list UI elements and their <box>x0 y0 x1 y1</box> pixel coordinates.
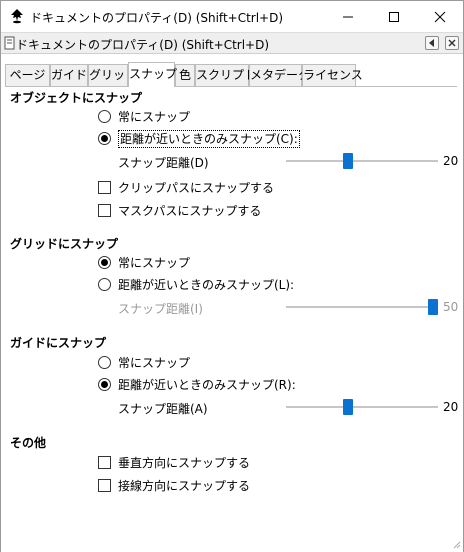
title-bar[interactable]: ドキュメントのプロパティ(D) (Shift+Ctrl+D) <box>1 1 463 32</box>
resize-grip-icon[interactable] <box>451 539 461 549</box>
object-snap-distance-slider[interactable] <box>286 153 438 169</box>
inkscape-icon <box>11 9 23 24</box>
guide-always-snap-radio[interactable] <box>98 356 111 369</box>
dock-back-button[interactable] <box>425 36 439 50</box>
clip-path-snap-label: クリップパスにスナップする <box>118 181 275 195</box>
guide-near-snap-radio[interactable] <box>98 378 111 391</box>
object-snap-distance-label: スナップ距離(D) <box>118 156 209 170</box>
grid-snap-distance-label: スナップ距離(I) <box>118 302 203 316</box>
grid-always-snap-label: 常にスナップ <box>118 256 191 270</box>
close-button[interactable] <box>417 1 463 32</box>
tab-guides[interactable]: ガイド <box>50 64 88 86</box>
tab-color[interactable]: 色 <box>175 64 195 86</box>
other-heading: その他 <box>10 436 47 450</box>
grid-snap-distance-slider[interactable] <box>286 299 438 315</box>
object-always-snap-label: 常にスナップ <box>118 110 191 124</box>
guide-snap-distance-label: スナップ距離(A) <box>118 402 208 416</box>
dock-title: ドキュメントのプロパティ(D) (Shift+Ctrl+D) <box>16 38 270 52</box>
slider-track <box>286 160 438 162</box>
document-properties-window: ドキュメントのプロパティ(D) (Shift+Ctrl+D) ドキュメントのプロ… <box>0 0 464 552</box>
dock-back-icon <box>429 39 434 47</box>
grid-near-snap-label: 距離が近いときのみスナップ(L): <box>118 278 295 292</box>
tab-metadata[interactable]: メタデータ <box>249 64 310 86</box>
object-near-snap-label: 距離が近いときのみスナップ(C): <box>118 130 300 148</box>
notebook: ページ ガイド グリッド スナップ 色 スクリプト メタデータ ライセンス オブ… <box>1 54 463 552</box>
perpendicular-snap-label: 垂直方向にスナップする <box>118 456 251 470</box>
grid-always-snap-radio[interactable] <box>98 256 111 269</box>
tab-snap[interactable]: スナップ <box>128 62 177 87</box>
slider-thumb[interactable] <box>428 299 438 315</box>
maximize-icon <box>389 12 399 22</box>
object-snap-heading: オブジェクトにスナップ <box>10 91 143 105</box>
dock-close-icon <box>448 39 456 47</box>
grid-snap-distance-value: 50 <box>443 300 459 314</box>
window-title: ドキュメントのプロパティ(D) (Shift+Ctrl+D) <box>30 11 284 25</box>
object-snap-distance-value: 20 <box>443 154 459 168</box>
guide-always-snap-label: 常にスナップ <box>118 356 191 370</box>
tab-scripts[interactable]: スクリプト <box>195 64 256 86</box>
guide-snap-distance-value: 20 <box>443 400 459 414</box>
tab-grids[interactable]: グリッド <box>88 64 137 86</box>
minimize-button[interactable] <box>325 1 371 32</box>
guide-snap-heading: ガイドにスナップ <box>10 336 107 350</box>
close-icon <box>434 11 446 23</box>
object-near-snap-radio[interactable] <box>98 132 111 145</box>
snap-panel: オブジェクトにスナップ 常にスナップ 距離が近いときのみスナップ(C): スナッ… <box>1 87 463 547</box>
slider-thumb[interactable] <box>343 153 353 169</box>
tangential-snap-checkbox[interactable] <box>98 479 111 492</box>
grid-snap-heading: グリッドにスナップ <box>10 237 119 251</box>
dock-close-button[interactable] <box>445 36 459 50</box>
dock-header: ドキュメントのプロパティ(D) (Shift+Ctrl+D) <box>1 32 463 54</box>
tangential-snap-label: 接線方向にスナップする <box>118 479 251 493</box>
tab-page[interactable]: ページ <box>5 64 50 86</box>
mask-path-snap-checkbox[interactable] <box>98 204 111 217</box>
slider-track <box>286 306 438 308</box>
grid-near-snap-radio[interactable] <box>98 278 111 291</box>
guide-near-snap-label: 距離が近いときのみスナップ(R): <box>118 378 296 392</box>
slider-track <box>286 406 438 408</box>
perpendicular-snap-checkbox[interactable] <box>98 456 111 469</box>
guide-snap-distance-slider[interactable] <box>286 399 438 415</box>
clip-path-snap-checkbox[interactable] <box>98 181 111 194</box>
tab-license[interactable]: ライセンス <box>302 64 363 86</box>
slider-thumb[interactable] <box>343 399 353 415</box>
object-always-snap-radio[interactable] <box>98 110 111 123</box>
minimize-icon <box>343 16 353 18</box>
mask-path-snap-label: マスクパスにスナップする <box>118 204 262 218</box>
maximize-button[interactable] <box>371 1 417 32</box>
